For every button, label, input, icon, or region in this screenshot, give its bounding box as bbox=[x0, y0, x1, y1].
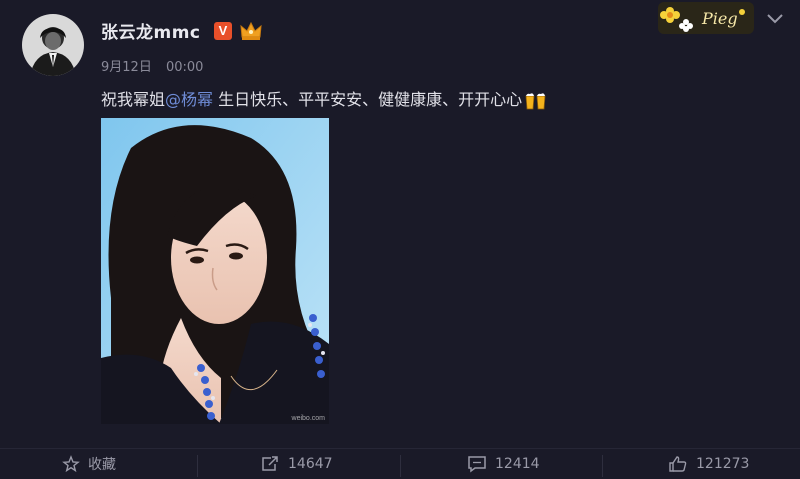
avatar[interactable] bbox=[22, 14, 84, 76]
star-icon bbox=[62, 455, 80, 473]
divider bbox=[602, 455, 603, 477]
thumbs-up-icon bbox=[669, 456, 687, 472]
post-image[interactable]: weibo.com bbox=[101, 118, 329, 424]
repost-count: 14647 bbox=[288, 456, 333, 472]
post-meta: 9月12日 00:00 bbox=[101, 56, 213, 75]
flower-decoration-icon: Pieg bbox=[658, 2, 754, 34]
favorite-button[interactable]: 收藏 bbox=[62, 449, 116, 479]
favorite-label: 收藏 bbox=[88, 457, 116, 473]
author-name[interactable]: 张云龙mmc bbox=[101, 18, 201, 43]
crown-icon bbox=[240, 21, 262, 40]
comment-button[interactable]: 12414 bbox=[467, 449, 540, 479]
like-button[interactable]: 121273 bbox=[668, 449, 749, 479]
decoration-text: Pieg bbox=[701, 9, 738, 28]
divider bbox=[400, 455, 401, 477]
like-count: 121273 bbox=[696, 456, 750, 472]
post-text-before: 祝我幂姐 bbox=[101, 90, 166, 109]
repost-button[interactable]: 14647 bbox=[260, 449, 333, 479]
beer-cheers-emoji bbox=[525, 92, 546, 109]
divider bbox=[197, 455, 198, 477]
action-bar: 收藏 14647 12414 121273 bbox=[0, 448, 800, 479]
repost-icon bbox=[262, 456, 278, 471]
post-date[interactable]: 9月12日 bbox=[101, 60, 152, 75]
mention-link[interactable]: @杨幂 bbox=[165, 90, 213, 109]
comment-icon bbox=[468, 456, 486, 473]
post-text: 祝我幂姐@杨幂 生日快乐、平平安安、健健康康、开开心心 bbox=[101, 86, 548, 111]
image-watermark: weibo.com bbox=[291, 415, 325, 422]
comment-count: 12414 bbox=[495, 456, 540, 472]
weibo-post: 张云龙mmc V 9月12日 00:00 祝我幂姐@杨幂 生日快乐、平平安安、健… bbox=[0, 0, 800, 478]
chevron-down-icon[interactable] bbox=[765, 12, 785, 26]
verified-badge: V bbox=[214, 22, 232, 40]
post-text-after: 生日快乐、平平安安、健健康康、开开心心 bbox=[213, 90, 523, 109]
post-time[interactable]: 00:00 bbox=[166, 60, 203, 75]
